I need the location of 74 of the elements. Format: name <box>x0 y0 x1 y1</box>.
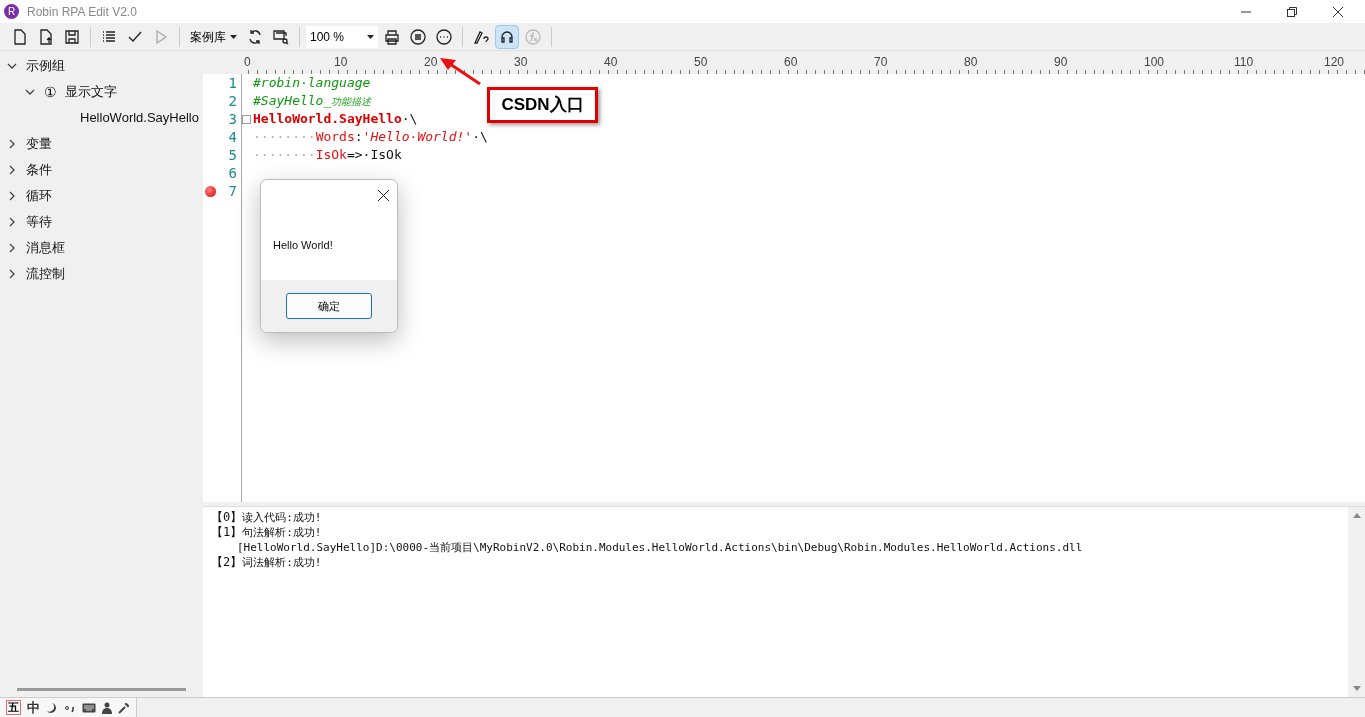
ruler-label: 30 <box>514 54 528 71</box>
ruler-label: 20 <box>424 54 438 71</box>
line-number: 2 <box>227 91 238 111</box>
document-icon <box>11 27 29 46</box>
ruler-label: 60 <box>784 54 798 71</box>
library-dropdown[interactable]: 案例库 <box>186 24 241 49</box>
circle-dots-icon <box>435 27 453 46</box>
log-message: 词法解析:成功! <box>242 555 322 570</box>
tree-item[interactable]: HelloWorld.SayHello <box>80 108 199 128</box>
ruler-label: 90 <box>1054 54 1068 71</box>
ruler-label: 10 <box>334 54 348 71</box>
tree-item[interactable]: 循环 <box>26 186 52 206</box>
code-line: ········Words:'Hello·World!'·\ <box>253 128 488 147</box>
ime-toolbar[interactable]: 五 中 <box>0 697 137 717</box>
moon-icon <box>46 701 58 714</box>
ruler-label: 110 <box>1234 54 1254 71</box>
ruler-label: 120 <box>1324 54 1345 71</box>
window-title: Robin RPA Edit V2.0 <box>27 3 137 21</box>
line-number: 6 <box>227 163 238 183</box>
caret-icon <box>367 34 374 39</box>
scroll-down-icon <box>1352 686 1361 691</box>
window-search-icon <box>272 27 290 46</box>
floppy-icon <box>63 27 81 46</box>
ok-button[interactable]: 确定 <box>286 293 372 319</box>
line-number: 3 <box>227 109 238 129</box>
tree-item[interactable]: 流控制 <box>26 264 65 284</box>
document-arrow-icon <box>37 27 55 46</box>
line-number: 4 <box>227 127 238 147</box>
tree-item[interactable]: 示例组 <box>26 56 65 76</box>
ruler-label: 50 <box>694 54 708 71</box>
tree-item[interactable]: 变量 <box>26 134 52 154</box>
dialog-message: Hello World! <box>273 237 333 253</box>
ruler-label: 80 <box>964 54 978 71</box>
keyboard-icon <box>82 702 96 713</box>
circled-number: ① <box>44 82 57 102</box>
headset-button[interactable] <box>495 24 519 49</box>
log-tag: 【2】 <box>211 555 243 570</box>
pointer-arrow <box>438 56 482 86</box>
log-tag: 【0】 <box>211 510 243 525</box>
ruler-label: 0 <box>244 54 251 71</box>
ruler-label: 70 <box>874 54 888 71</box>
scroll-up-icon <box>1352 513 1361 518</box>
ruler-label: 40 <box>604 54 618 71</box>
ime-language[interactable]: 中 <box>27 697 40 717</box>
app-logo: R <box>4 4 19 19</box>
code-line: #robin·language <box>253 74 371 93</box>
ruler-label: 100 <box>1144 54 1165 71</box>
tree-item[interactable]: 显示文字 <box>65 82 117 102</box>
log-message: [HelloWorld.SayHello]D:\0000-当前项目\MyRobinV2.0\Robin.Modules.HelloWorld.Actions\bin\Debug\Robin.Modules.HelloWorld.Actions.dll <box>237 540 1083 555</box>
ime-mode[interactable]: 五 <box>6 700 21 715</box>
fold-icon[interactable] <box>242 114 251 124</box>
caret-icon <box>230 34 237 39</box>
printer-icon <box>383 27 401 46</box>
function-icon <box>524 27 542 46</box>
code-line: ········IsOk=>·IsOk <box>253 146 402 165</box>
line-number: 7 <box>227 181 238 201</box>
tree-item[interactable]: 消息框 <box>26 238 65 258</box>
refresh-icon <box>246 27 264 46</box>
zoom-combobox[interactable]: 100 % <box>306 25 378 48</box>
close-icon <box>1333 6 1343 17</box>
close-icon[interactable] <box>378 189 389 201</box>
scrollbar[interactable] <box>1348 507 1365 697</box>
log-tag: 【1】 <box>211 525 243 540</box>
code-line: HelloWorld.SayHello·\ <box>253 110 418 129</box>
log-message: 读入代码:成功! <box>242 510 322 525</box>
log-message: 句法解析:成功! <box>242 525 322 540</box>
restore-icon <box>1287 6 1297 17</box>
code-line: #SayHello_功能描述 <box>253 92 372 111</box>
tree-item[interactable]: 等待 <box>26 212 52 232</box>
line-number: 5 <box>227 145 238 165</box>
annotation-label: CSDN入口 <box>487 87 598 123</box>
tree-item[interactable]: 条件 <box>26 160 52 180</box>
line-number: 1 <box>227 73 238 93</box>
person-icon <box>102 701 112 714</box>
